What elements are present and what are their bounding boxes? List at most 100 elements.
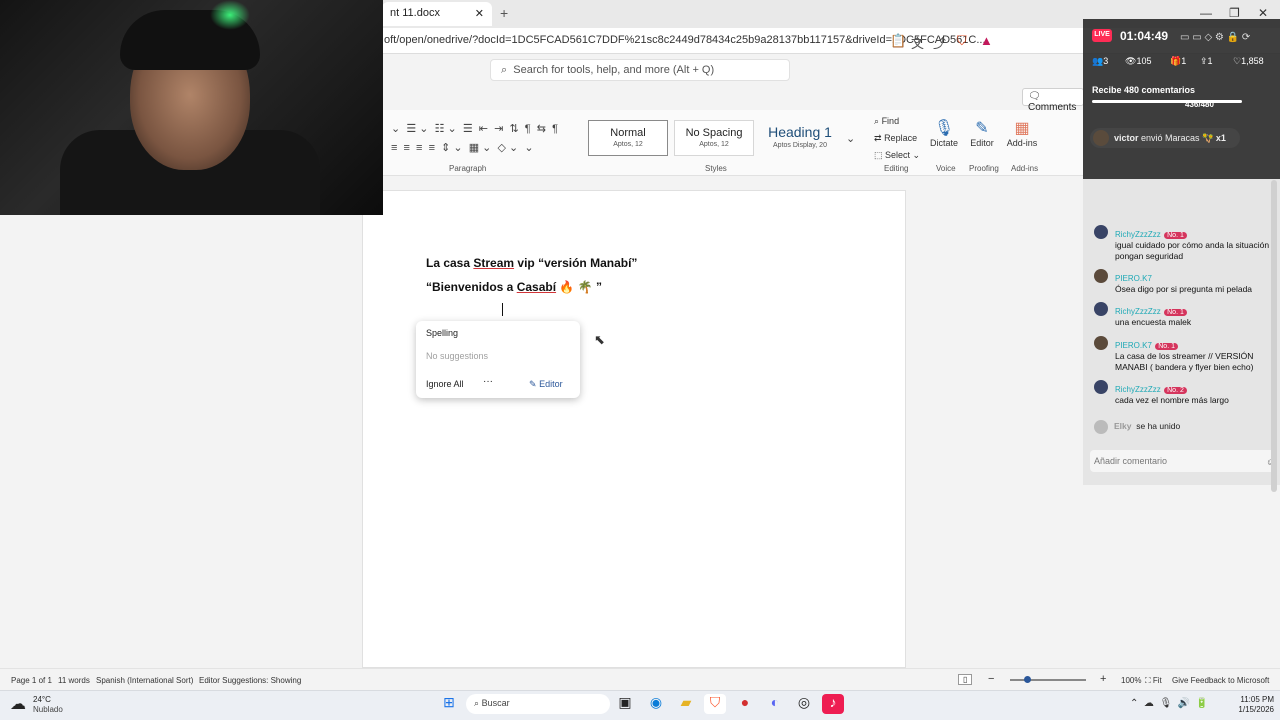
style-normal[interactable]: Normal Aptos, 12: [588, 120, 668, 156]
translate-icon[interactable]: 文: [911, 33, 924, 52]
document-line-2[interactable]: “Bienvenidos a Casabí 🔥 🌴 ”: [426, 280, 602, 294]
chat-username[interactable]: PIERO.K7: [1115, 341, 1152, 350]
ignore-all-button[interactable]: Ignore All: [426, 379, 464, 389]
chat-rank-badge: No. 1: [1164, 232, 1187, 239]
gift-sender: victor: [1114, 133, 1139, 143]
taskbar-search[interactable]: ⌕ Buscar: [466, 694, 610, 714]
join-username[interactable]: Elky: [1114, 421, 1132, 431]
feedback-link[interactable]: Give Feedback to Microsoft: [1172, 676, 1269, 685]
word-count[interactable]: 11 words: [58, 676, 90, 685]
page-count: Page 1 of 1: [11, 676, 52, 685]
zoom-level[interactable]: 100%: [1121, 676, 1141, 685]
styles-more-icon[interactable]: ⌄: [846, 132, 855, 145]
page-view-icon[interactable]: ▯: [958, 674, 973, 685]
tiktok-icon[interactable]: ♪: [822, 694, 844, 714]
chat-username[interactable]: RichyZzzZzz: [1115, 230, 1161, 239]
paragraph-group-label: Paragraph: [449, 164, 487, 173]
zoom-out-icon[interactable]: −: [988, 673, 994, 685]
chat-message: RichyZzzZzz No. 1 igual cuidado por cómo…: [1115, 226, 1280, 262]
stat-likes: ♡1,858: [1233, 56, 1264, 67]
file-explorer-icon[interactable]: ▰: [675, 694, 697, 714]
dictate-label: Dictate: [929, 138, 958, 148]
chat-message: RichyZzzZzz No. 1 una encuesta malek: [1115, 303, 1280, 328]
text-run: vip “versión Manabí”: [514, 256, 638, 270]
find-label: Find: [881, 116, 900, 126]
comments-button[interactable]: 🗨 Comments: [1022, 88, 1084, 113]
clock-time[interactable]: 11:05 PM: [1226, 695, 1274, 704]
live-panel-controls-icons[interactable]: ▭ ▭ ◇ ⚙ 🔒 ⟳: [1180, 32, 1250, 43]
browser-tab[interactable]: nt 11.docx ✕: [382, 2, 492, 26]
avatar[interactable]: [1094, 336, 1108, 350]
open-editor-button[interactable]: ✎ Editor: [529, 379, 563, 390]
style-no-spacing[interactable]: No Spacing Aptos, 12: [674, 120, 754, 156]
avatar[interactable]: [1094, 225, 1108, 239]
brave-shield-icon[interactable]: ⛉: [957, 33, 967, 49]
misspelled-word[interactable]: Casabí: [517, 280, 556, 294]
ribbon-row2-icons[interactable]: ≡ ≡ ≡ ≡ ⇕ ⌄ ▦ ⌄ ◇ ⌄ ⌄: [391, 141, 534, 154]
style-name: No Spacing: [685, 127, 743, 139]
brave-browser-icon[interactable]: ⛉: [704, 694, 726, 714]
microphone-icon: 🎙: [933, 120, 955, 137]
more-options-button[interactable]: ···: [483, 376, 493, 387]
replace-button[interactable]: ⇄ Replace: [874, 133, 917, 144]
windows-start-icon[interactable]: ⊞: [438, 694, 460, 714]
goal-progress-text: 436/480: [1185, 100, 1214, 109]
weather-cloud-icon[interactable]: ☁: [10, 694, 26, 714]
obs-icon[interactable]: ◎: [793, 694, 815, 714]
page-scrollbar[interactable]: [1271, 180, 1277, 492]
avatar[interactable]: [1094, 302, 1108, 316]
clock-date[interactable]: 1/15/2026: [1226, 705, 1274, 714]
text-cursor: [502, 303, 503, 316]
avatar: [1093, 130, 1109, 146]
search-input[interactable]: ⌕ Search for tools, help, and more (Alt …: [490, 59, 790, 81]
chat-text: cada vez el nombre más largo: [1115, 395, 1229, 405]
chat-username[interactable]: RichyZzzZzz: [1115, 385, 1161, 394]
rewards-triangle-icon[interactable]: ▲: [980, 33, 993, 48]
edge-icon[interactable]: ◉: [645, 694, 667, 714]
join-notification: Elky se ha unido: [1114, 421, 1180, 431]
avatar[interactable]: [1094, 420, 1108, 434]
document-line-1[interactable]: La casa Stream vip “versión Manabí”: [426, 256, 637, 270]
fit-button[interactable]: ⛶ Fit: [1145, 676, 1162, 686]
addins-grid-icon: ▦: [1014, 120, 1030, 137]
misspelled-word[interactable]: Stream: [473, 256, 514, 270]
minimize-icon[interactable]: —: [1200, 6, 1212, 20]
zoom-in-icon[interactable]: +: [1100, 673, 1106, 685]
style-name: Normal: [610, 127, 646, 139]
app-red-icon[interactable]: ●: [734, 694, 756, 714]
ribbon-row1-icons[interactable]: ⌄ ☰ ⌄ ☷ ⌄ ☰ ⇤ ⇥ ⇅ ¶ ⇆ ¶: [391, 122, 558, 135]
style-sub: Aptos, 12: [699, 141, 729, 148]
new-tab-icon[interactable]: +: [500, 5, 508, 21]
avatar[interactable]: [1094, 380, 1108, 394]
dictate-button[interactable]: 🎙 Dictate: [924, 118, 964, 148]
stat-value: 1,858: [1241, 56, 1264, 66]
language[interactable]: Spanish (International Sort): [96, 676, 193, 685]
share-icon[interactable]: ⤴: [933, 33, 946, 52]
chat-username[interactable]: RichyZzzZzz: [1115, 307, 1161, 316]
stat-value: 105: [1136, 56, 1152, 66]
discord-icon[interactable]: ◐: [764, 694, 786, 714]
close-window-icon[interactable]: ✕: [1258, 6, 1268, 20]
select-button[interactable]: ⬚ Select ⌄: [874, 150, 920, 161]
zoom-slider-track[interactable]: [1010, 679, 1086, 681]
avatar[interactable]: [1094, 269, 1108, 283]
maximize-icon[interactable]: ❐: [1229, 6, 1240, 20]
task-view-icon[interactable]: ▣: [614, 694, 636, 714]
taskbar-search-label: Buscar: [481, 698, 510, 708]
style-heading-1[interactable]: Heading 1 Aptos Display, 20: [760, 120, 840, 156]
clipboard-icon[interactable]: 📋: [890, 33, 906, 49]
editor-suggestions[interactable]: Editor Suggestions: Showing: [199, 676, 301, 685]
gift-action: envió Maracas: [1141, 133, 1200, 143]
close-tab-icon[interactable]: ✕: [475, 7, 484, 21]
editing-group-label: Editing: [884, 164, 909, 173]
addins-button[interactable]: ▦ Add-ins: [1002, 118, 1042, 148]
stat-value: 3: [1103, 56, 1109, 66]
spelling-title: Spelling: [426, 328, 459, 338]
chat-username[interactable]: PIERO.K7: [1115, 274, 1152, 283]
system-tray-icons[interactable]: ⌃ ☁ 🎙 🔊 🔋: [1130, 698, 1208, 709]
mouse-pointer-icon: ⬉: [594, 332, 605, 347]
find-button[interactable]: ⌕ Find: [874, 116, 899, 127]
zoom-slider-thumb[interactable]: [1024, 676, 1031, 683]
editor-button[interactable]: ✎ Editor: [962, 118, 1002, 148]
editor-label: Editor: [970, 138, 994, 148]
